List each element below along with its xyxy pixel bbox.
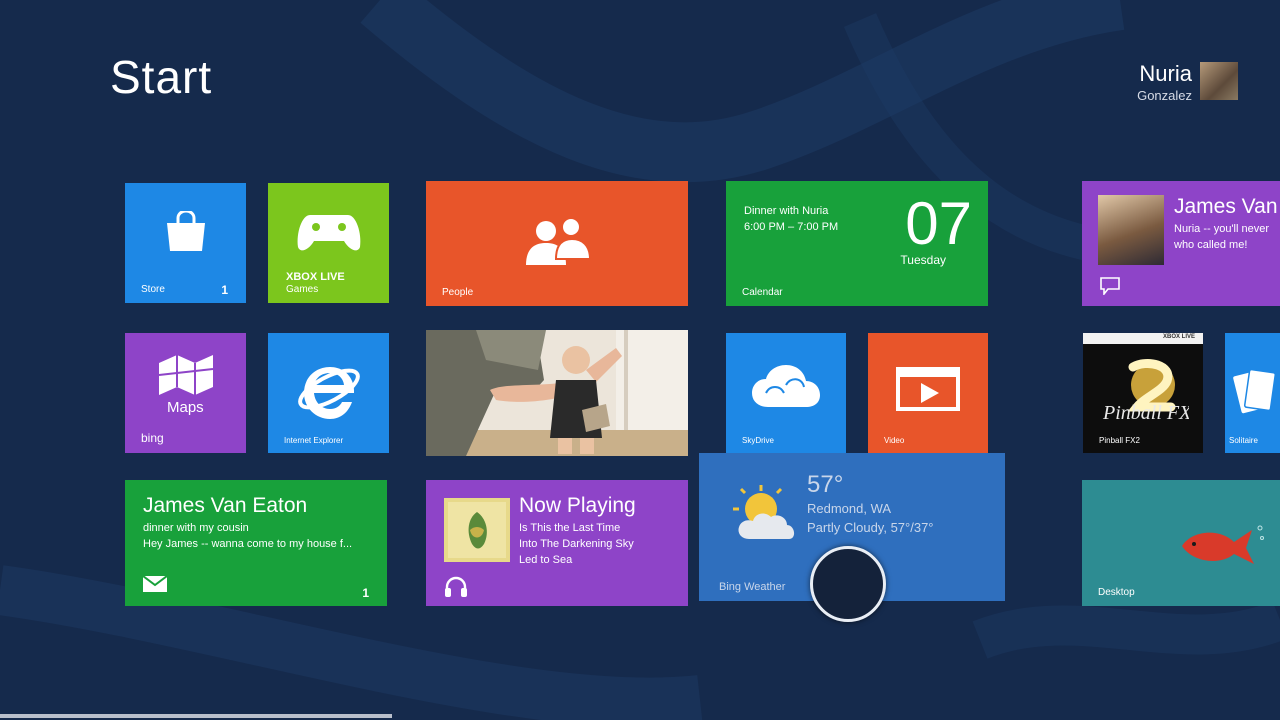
avatar[interactable] [1200,62,1238,100]
user-account[interactable]: Nuria Gonzalez [1137,62,1238,103]
notification-badge: 1 [362,586,369,600]
tile-music[interactable]: Now Playing Is This the Last Time Into T… [426,480,688,606]
mail-preview: Hey James -- wanna come to my house f... [143,538,353,550]
track-line-2: Into The Darkening Sky [519,538,634,550]
tile-calendar[interactable]: Dinner with Nuria 6:00 PM – 7:00 PM 07 T… [726,181,988,306]
xbox-live-brand: XBOX LIVE [286,271,345,283]
tile-xbox-games[interactable]: XBOX LIVE Games [268,183,389,303]
tile-label: Games [286,284,319,295]
maps-title: Maps [167,399,204,416]
tile-label: SkyDrive [742,436,775,445]
family-photo [426,330,688,456]
internet-explorer-icon [298,367,360,419]
page-title: Start [110,51,213,103]
tile-label: Internet Explorer [284,436,344,445]
now-playing-title: Now Playing [519,494,636,517]
notification-badge: 1 [221,283,228,297]
playing-cards-icon [1233,368,1277,414]
people-icon [526,217,592,265]
tile-pinball-fx2[interactable]: XBOX LIVE Pinball FX Pinball FX2 [1083,333,1203,453]
temperature: 57° [807,471,844,498]
tile-label: Pinball FX2 [1099,436,1140,445]
tile-label: Bing Weather [719,581,786,593]
message-line-1: Nuria -- you'll never [1174,223,1270,235]
partly-cloudy-icon [733,485,795,539]
album-art [444,498,510,562]
tile-desktop[interactable]: Desktop [1082,480,1280,606]
touch-pointer-indicator [810,546,886,622]
game-controller-icon [297,215,361,251]
tile-solitaire[interactable]: Solitaire [1225,333,1280,453]
track-line-3: Led to Sea [519,554,573,566]
xbox-live-brand: XBOX LIVE [1162,334,1195,340]
mail-subject: dinner with my cousin [143,522,249,534]
horizontal-scrollbar[interactable] [0,714,392,718]
tile-video[interactable]: Video [868,333,988,453]
desktop-wallpaper-fish [1182,525,1264,564]
tile-label: Desktop [1098,587,1135,598]
shopping-bag-icon [167,211,205,251]
mail-sender: James Van Eaton [143,494,308,517]
tile-mail[interactable]: James Van Eaton dinner with my cousin He… [125,480,387,606]
tile-label: Calendar [742,287,783,298]
track-line-1: Is This the Last Time [519,522,621,534]
pinball-logo-icon: Pinball FX [1102,359,1189,424]
tile-label: Video [884,436,905,445]
message-line-2: who called me! [1174,239,1248,251]
envelope-icon [143,576,167,592]
tile-skydrive[interactable]: SkyDrive [726,333,846,453]
tile-label: Store [141,284,165,295]
video-play-icon [896,367,960,411]
tile-people[interactable]: People [426,181,688,306]
tile-maps[interactable]: Maps bing [125,333,246,453]
tile-store[interactable]: Store 1 [125,183,246,303]
tile-label: People [442,287,474,298]
user-first-name: Nuria [1139,61,1192,86]
tile-internet-explorer[interactable]: Internet Explorer [268,333,389,453]
event-time: 6:00 PM – 7:00 PM [744,221,839,233]
weather-condition: Partly Cloudy, 57°/37° [807,520,934,535]
chat-bubble-icon [1100,277,1120,295]
tile-photos[interactable] [426,330,688,456]
tile-label: Solitaire [1229,436,1258,445]
headphones-icon [445,576,467,597]
svg-text:Pinball FX: Pinball FX [1102,402,1189,424]
tile-messaging[interactable]: James Van Nuria -- you'll never who call… [1082,181,1280,306]
cloud-icon [752,365,820,407]
user-last-name: Gonzalez [1137,88,1192,103]
weather-location: Redmond, WA [807,501,892,516]
contact-name: James Van [1174,195,1278,218]
day-number: 07 [905,190,972,257]
day-name: Tuesday [900,253,946,267]
contact-photo [1098,195,1164,265]
bing-brand: bing [141,431,164,445]
event-title: Dinner with Nuria [744,205,829,217]
map-icon [158,355,214,395]
